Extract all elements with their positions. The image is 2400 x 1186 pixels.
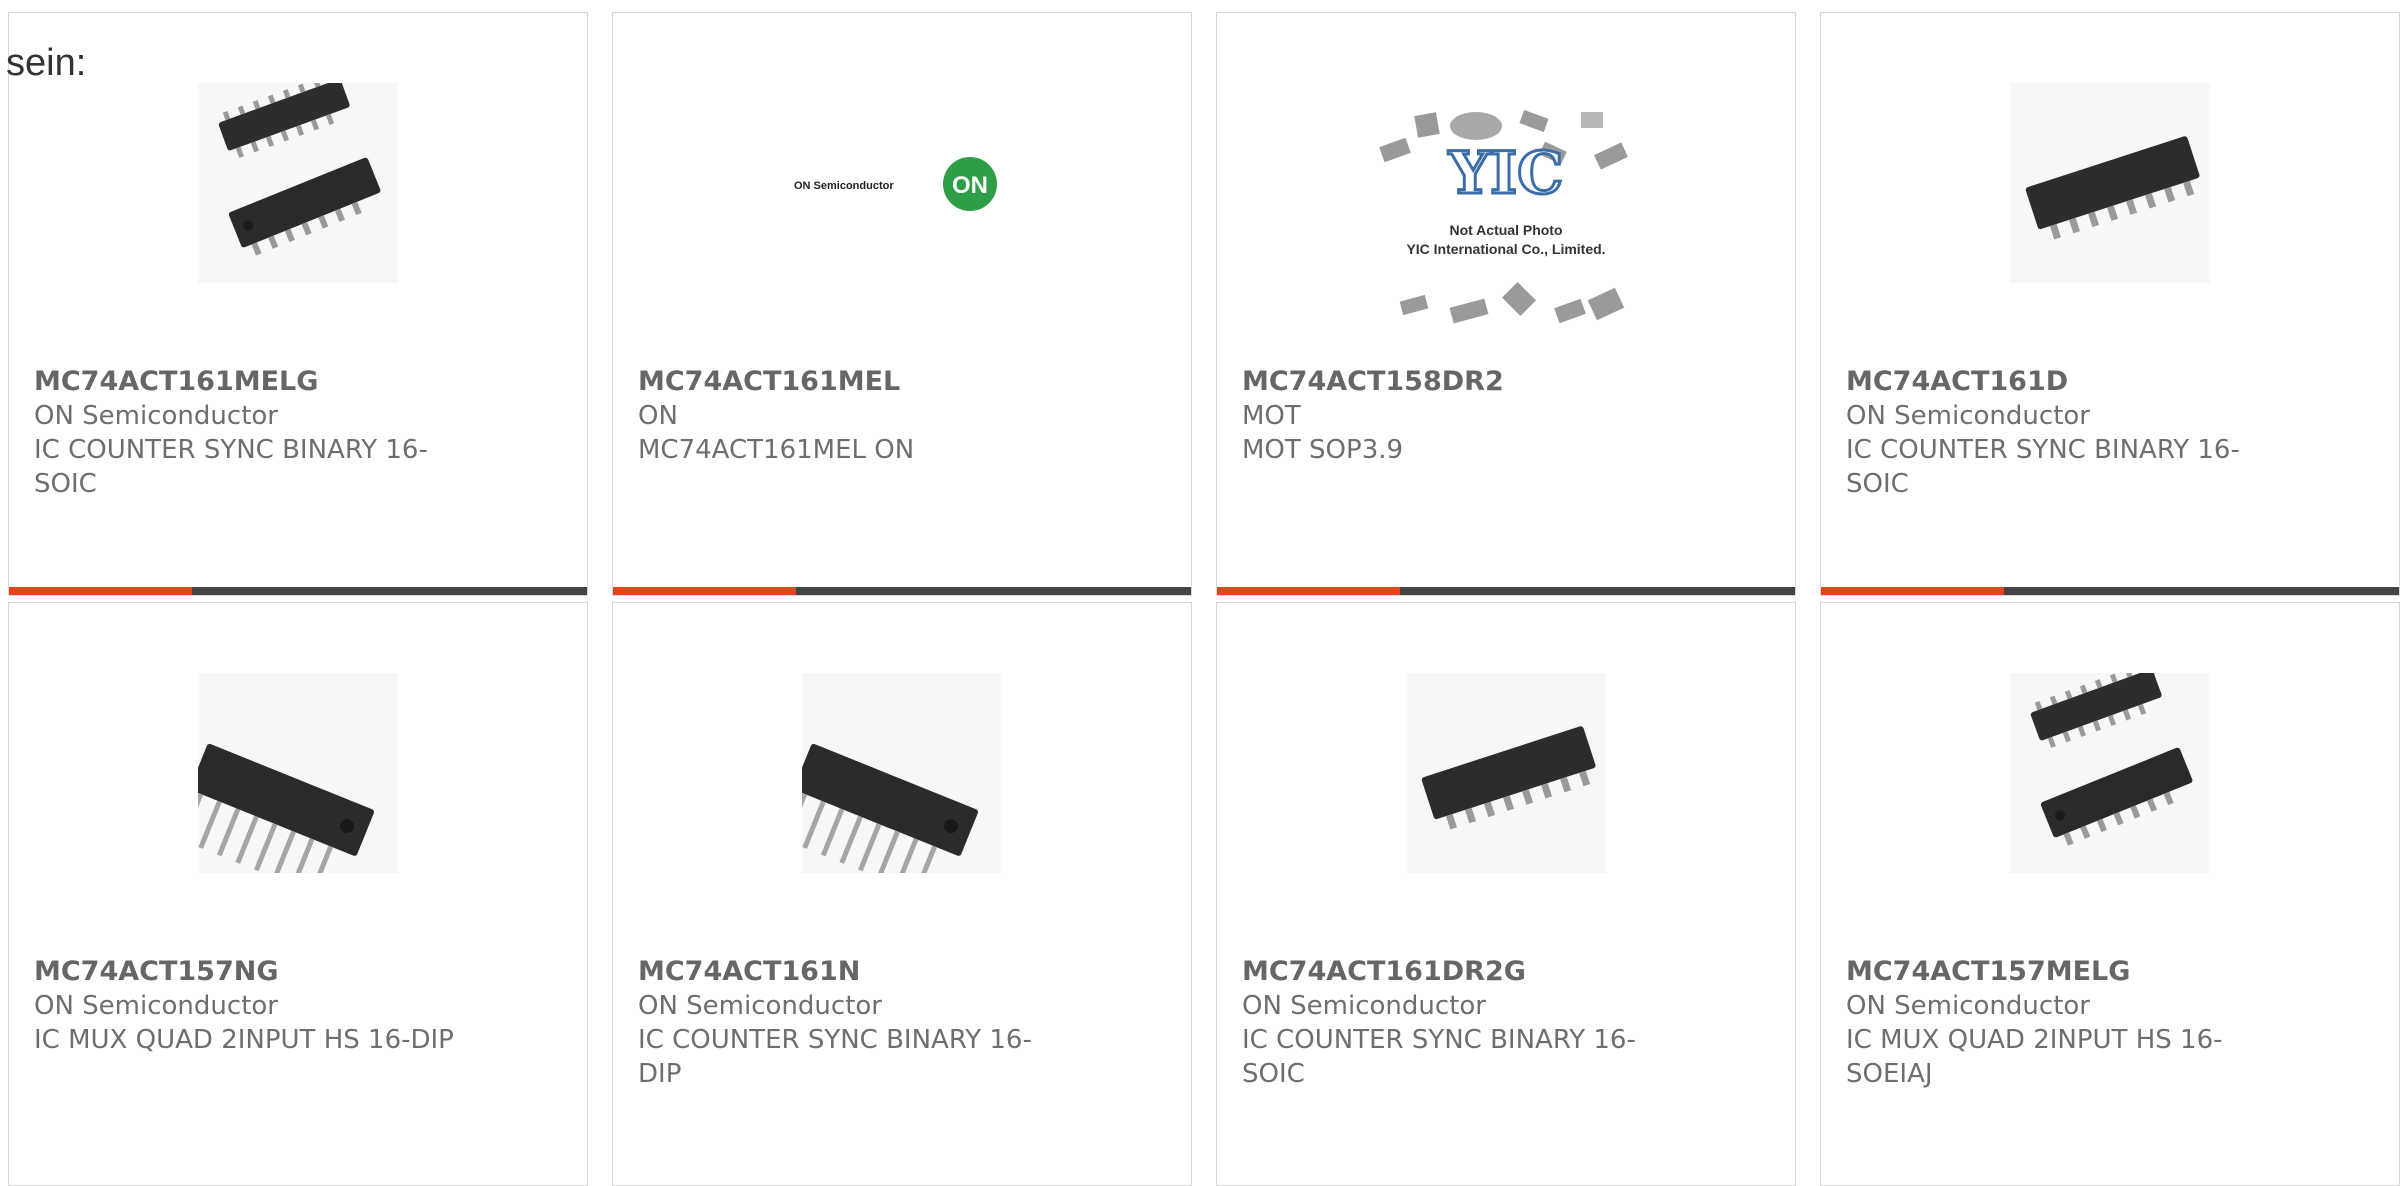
description: MOT SOP3.9: [1242, 435, 1404, 465]
soic-single-icon: [1406, 673, 1606, 873]
manufacturer: ON Semiconductor: [34, 401, 278, 431]
soic-pair-icon: [198, 83, 398, 283]
manufacturer: ON Semiconductor: [1242, 991, 1486, 1021]
svg-text:ON Semiconductor: ON Semiconductor: [794, 180, 894, 192]
manufacturer: ON Semiconductor: [34, 991, 278, 1021]
part-number[interactable]: MC74ACT161N: [638, 955, 1058, 989]
part-number[interactable]: MC74ACT157NG: [34, 955, 454, 989]
on-semiconductor-logo: ON Semiconductor ON: [792, 83, 1012, 283]
svg-text:ON: ON: [952, 172, 988, 199]
card-bar-accent: [1217, 587, 1400, 595]
card-bar: [1821, 587, 2399, 595]
manufacturer: ON Semiconductor: [1846, 991, 2090, 1021]
placeholder-caption-1: Not Actual Photo: [1449, 222, 1562, 238]
part-number[interactable]: MC74ACT161D: [1846, 365, 2266, 399]
yic-placeholder-icon: YIC Not Actual Photo YIC International C…: [1371, 98, 1641, 348]
manufacturer: MOT: [1242, 401, 1301, 431]
description: IC MUX QUAD 2INPUT HS 16-DIP: [34, 1025, 454, 1055]
description: MC74ACT161MEL ON: [638, 435, 915, 465]
product-card[interactable]: MC74ACT161MELG ON Semiconductor IC COUNT…: [8, 12, 588, 596]
manufacturer: ON: [638, 401, 678, 431]
card-bar-accent: [613, 587, 796, 595]
part-number[interactable]: MC74ACT157MELG: [1846, 955, 2266, 989]
description: IC COUNTER SYNC BINARY 16-DIP: [638, 1025, 1032, 1089]
description: IC MUX QUAD 2INPUT HS 16-SOEIAJ: [1846, 1025, 2223, 1089]
part-number[interactable]: MC74ACT161MEL: [638, 365, 1058, 399]
part-number[interactable]: MC74ACT161DR2G: [1242, 955, 1662, 989]
manufacturer: ON Semiconductor: [1846, 401, 2090, 431]
description: IC COUNTER SYNC BINARY 16-SOIC: [1242, 1025, 1636, 1089]
product-card[interactable]: MC74ACT161D ON Semiconductor IC COUNTER …: [1820, 12, 2400, 596]
card-bar-accent: [1821, 587, 2004, 595]
card-bar: [1217, 587, 1795, 595]
dip-icon: [198, 673, 398, 873]
svg-text:YIC: YIC: [1448, 139, 1564, 207]
description: IC COUNTER SYNC BINARY 16-SOIC: [1846, 435, 2240, 499]
part-number[interactable]: MC74ACT161MELG: [34, 365, 454, 399]
card-bar: [613, 587, 1191, 595]
soic-single-icon: [2010, 83, 2210, 283]
product-card[interactable]: MC74ACT157NG ON Semiconductor IC MUX QUA…: [8, 602, 588, 1186]
soic-pair-icon: [2010, 673, 2210, 873]
card-bar-accent: [9, 587, 192, 595]
product-card[interactable]: MC74ACT161N ON Semiconductor IC COUNTER …: [612, 602, 1192, 1186]
part-number[interactable]: MC74ACT158DR2: [1242, 365, 1662, 399]
product-card[interactable]: YIC Not Actual Photo YIC International C…: [1216, 12, 1796, 596]
product-card[interactable]: ON Semiconductor ON MC74ACT161MEL ON MC7…: [612, 12, 1192, 596]
placeholder-caption-2: YIC International Co., Limited.: [1406, 241, 1605, 257]
product-card[interactable]: MC74ACT161DR2G ON Semiconductor IC COUNT…: [1216, 602, 1796, 1186]
dip-icon: [802, 673, 1002, 873]
card-bar: [9, 587, 587, 595]
intro-text: sein:: [6, 42, 87, 84]
product-card[interactable]: MC74ACT157MELG ON Semiconductor IC MUX Q…: [1820, 602, 2400, 1186]
description: IC COUNTER SYNC BINARY 16-SOIC: [34, 435, 428, 499]
manufacturer: ON Semiconductor: [638, 991, 882, 1021]
